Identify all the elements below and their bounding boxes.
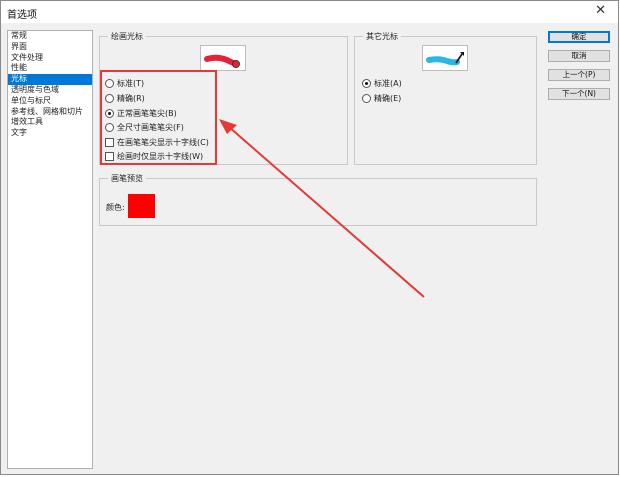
painting-cursor-preview xyxy=(200,45,246,71)
sidebar-item-plugins[interactable]: 增效工具 xyxy=(8,117,92,128)
painting-cursors-legend: 绘画光标 xyxy=(108,31,146,42)
category-list: 常规 界面 文件处理 性能 光标 透明度与色域 单位与标尺 参考线、网格和切片 … xyxy=(7,30,93,469)
window-title: 首选项 xyxy=(7,10,37,21)
brush-cursor-icon xyxy=(204,54,240,68)
brush-preview-group: 画笔预览 xyxy=(99,173,537,226)
sidebar-item-type[interactable]: 文字 xyxy=(8,128,92,139)
brush-color-swatch[interactable] xyxy=(128,194,155,218)
sidebar-item-interface[interactable]: 界面 xyxy=(8,42,92,53)
eyedropper-cursor-icon xyxy=(426,52,464,66)
previous-button[interactable]: 上一个(P) xyxy=(548,69,610,81)
cancel-button[interactable]: 取消 xyxy=(548,50,610,62)
other-cursors-legend: 其它光标 xyxy=(363,31,401,42)
sidebar-item-performance[interactable]: 性能 xyxy=(8,63,92,74)
title-bar: 首选项 ✕ xyxy=(1,1,618,23)
close-icon[interactable]: ✕ xyxy=(595,4,606,18)
ok-button[interactable]: 确定 xyxy=(548,31,610,43)
sidebar-item-general[interactable]: 常规 xyxy=(8,31,92,42)
annotation-highlight-box xyxy=(100,70,217,165)
sidebar-item-cursors[interactable]: 光标 xyxy=(8,74,92,85)
label-other-precise: 精确(E) xyxy=(374,93,402,103)
sidebar-item-guides-grid[interactable]: 参考线、网格和切片 xyxy=(8,107,92,118)
sidebar-item-units-rulers[interactable]: 单位与标尺 xyxy=(8,96,92,107)
label-other-standard: 标准(A) xyxy=(374,78,402,88)
radio-other-standard[interactable] xyxy=(362,78,371,88)
radio-other-precise[interactable] xyxy=(362,93,371,103)
other-cursor-preview xyxy=(422,45,468,71)
sidebar-item-transparency[interactable]: 透明度与色域 xyxy=(8,85,92,96)
brush-preview-legend: 画笔预览 xyxy=(108,173,146,184)
sidebar-item-file-handling[interactable]: 文件处理 xyxy=(8,53,92,64)
next-button[interactable]: 下一个(N) xyxy=(548,88,610,100)
other-option-precise[interactable]: 精确(E) xyxy=(362,92,401,104)
brush-color-label: 颜色: xyxy=(106,202,125,212)
other-option-standard[interactable]: 标准(A) xyxy=(362,77,402,89)
preferences-dialog: 首选项 ✕ 常规 界面 文件处理 性能 光标 透明度与色域 单位与标尺 参考线、… xyxy=(0,0,619,475)
